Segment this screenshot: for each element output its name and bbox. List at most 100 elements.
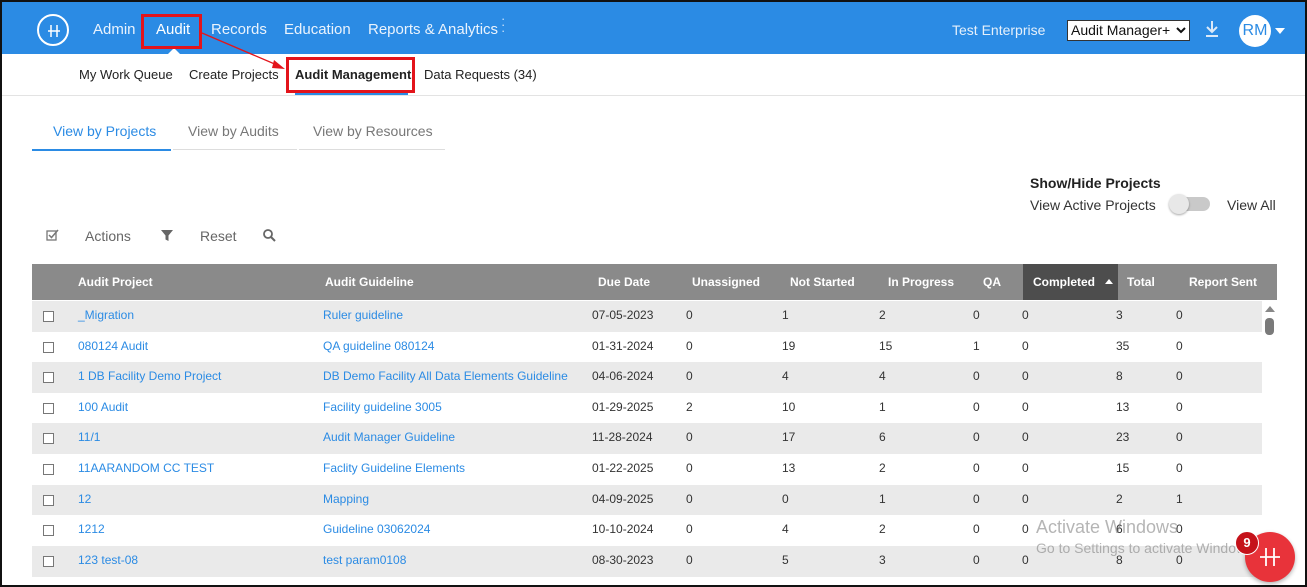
col-completed[interactable]: Completed [1033, 264, 1095, 300]
cell-due-date: 01-29-2025 [592, 399, 654, 414]
actions-button[interactable]: Actions [85, 228, 131, 244]
cell-report-sent: 0 [1176, 399, 1183, 414]
cell-audit-project[interactable]: _Migration [78, 301, 134, 332]
app-window: Admin Audit Records Education Reports & … [0, 0, 1307, 587]
scroll-up-icon[interactable] [1265, 306, 1275, 312]
col-audit-project[interactable]: Audit Project [78, 264, 153, 300]
tab-view-by-resources[interactable]: View by Resources [313, 123, 433, 139]
cell-unassigned: 0 [686, 430, 693, 445]
cell-audit-guideline[interactable]: Faclity Guideline Elements [323, 454, 465, 485]
filter-icon[interactable] [161, 230, 173, 242]
table-row[interactable]: _Migration Ruler guideline 07-05-2023 0 1 2 0 0… [32, 301, 1262, 332]
col-due-date[interactable]: Due Date [598, 264, 650, 300]
cell-unassigned: 2 [686, 399, 693, 414]
cell-unassigned: 0 [686, 552, 693, 567]
sort-ascending-icon[interactable] [1105, 279, 1113, 284]
annotation-arrow [201, 32, 285, 69]
cell-completed: 0 [1022, 552, 1029, 567]
table-row[interactable]: 11AARANDOM CC TEST Faclity Guideline Elem… [32, 454, 1262, 485]
cell-unassigned: 0 [686, 338, 693, 353]
cell-in-progress: 4 [879, 369, 886, 384]
col-report-sent[interactable]: Report Sent [1189, 264, 1257, 300]
cell-audit-guideline[interactable]: Ruler guideline [323, 301, 403, 332]
table-header: Audit Project Audit Guideline Due Date U… [32, 264, 1277, 300]
cell-not-started: 1 [782, 308, 789, 322]
search-icon[interactable] [263, 229, 276, 242]
cell-audit-project[interactable]: 123 test-08 [78, 546, 138, 577]
col-in-progress[interactable]: In Progress [888, 264, 954, 300]
cell-qa: 0 [973, 552, 980, 567]
cell-completed: 0 [1022, 308, 1029, 322]
col-audit-guideline[interactable]: Audit Guideline [325, 264, 414, 300]
row-checkbox[interactable] [43, 402, 54, 414]
cell-not-started: 5 [782, 552, 789, 567]
view-active-projects-label: View Active Projects [1030, 197, 1156, 213]
cell-in-progress: 6 [879, 430, 886, 445]
col-not-started[interactable]: Not Started [790, 264, 855, 300]
cell-audit-project[interactable]: 100 Audit [78, 393, 128, 424]
row-checkbox[interactable] [43, 372, 54, 384]
cell-audit-project[interactable]: 1 DB Facility Demo Project [78, 362, 221, 393]
cell-in-progress: 15 [879, 338, 893, 353]
cell-due-date: 07-05-2023 [592, 308, 654, 322]
cell-qa: 0 [973, 430, 980, 445]
cell-not-started: 17 [782, 430, 796, 445]
table-row[interactable]: 080124 Audit QA guideline 080124 01-31-202… [32, 331, 1262, 363]
row-checkbox[interactable] [43, 555, 54, 567]
cell-report-sent: 0 [1176, 369, 1183, 384]
cell-due-date: 10-10-2024 [592, 522, 654, 537]
cell-in-progress: 2 [879, 522, 886, 537]
cell-audit-project[interactable]: 1212 [78, 515, 105, 546]
checkbox-select-icon[interactable] [46, 229, 59, 241]
cell-audit-guideline[interactable]: DB Demo Facility All Data Elements Guide… [323, 362, 568, 393]
cell-qa: 1 [973, 338, 980, 353]
cell-not-started: 4 [782, 369, 789, 384]
toggle-knob [1169, 194, 1189, 214]
active-tab-underline [32, 149, 171, 151]
reset-button[interactable]: Reset [200, 228, 237, 244]
cell-completed: 0 [1022, 369, 1029, 384]
row-checkbox[interactable] [43, 341, 54, 353]
table-row[interactable]: 12 Mapping 04-09-2025 0 0 1 0 0 2 1 [32, 484, 1262, 516]
cell-unassigned: 0 [686, 308, 693, 322]
row-checkbox[interactable] [43, 311, 54, 322]
cell-total: 2 [1116, 491, 1123, 506]
row-checkbox[interactable] [43, 525, 54, 537]
tab-view-by-audits[interactable]: View by Audits [188, 123, 279, 139]
table-row[interactable]: 100 Audit Facility guideline 3005 01-29-20… [32, 392, 1262, 424]
projects-toggle[interactable] [1169, 194, 1210, 214]
cell-completed: 0 [1022, 461, 1029, 475]
cell-due-date: 01-22-2025 [592, 461, 654, 475]
row-checkbox[interactable] [43, 433, 54, 445]
cell-completed: 0 [1022, 522, 1029, 537]
col-total[interactable]: Total [1127, 264, 1155, 300]
cell-in-progress: 1 [879, 399, 886, 414]
row-checkbox[interactable] [43, 494, 54, 506]
scrollbar-thumb[interactable] [1265, 318, 1274, 335]
cell-audit-project[interactable]: 12 [78, 485, 91, 516]
cell-completed: 0 [1022, 430, 1029, 445]
cell-in-progress: 1 [879, 491, 886, 506]
cell-audit-project[interactable]: 11/1 [78, 423, 100, 454]
cell-qa: 0 [973, 308, 980, 322]
cell-audit-guideline[interactable]: Guideline 03062024 [323, 515, 430, 546]
tab-view-by-projects[interactable]: View by Projects [53, 123, 156, 139]
cell-audit-guideline[interactable]: Facility guideline 3005 [323, 393, 442, 424]
row-checkbox[interactable] [43, 464, 54, 475]
cell-audit-guideline[interactable]: Mapping [323, 485, 369, 516]
col-qa[interactable]: QA [983, 264, 1001, 300]
cell-not-started: 13 [782, 461, 796, 475]
cell-audit-guideline[interactable]: Audit Manager Guideline [323, 423, 455, 454]
cell-qa: 0 [973, 461, 980, 475]
cell-qa: 0 [973, 399, 980, 414]
cell-due-date: 08-30-2023 [592, 552, 654, 567]
cell-audit-guideline[interactable]: QA guideline 080124 [323, 332, 434, 363]
cell-audit-project[interactable]: 11AARANDOM CC TEST [78, 454, 214, 485]
table-row[interactable]: 11/1 Audit Manager Guideline 11-28-2024 0 17… [32, 423, 1262, 455]
col-unassigned[interactable]: Unassigned [692, 264, 760, 300]
table-row[interactable]: 1 DB Facility Demo Project DB Demo Facili… [32, 362, 1262, 394]
cell-due-date: 11-28-2024 [592, 430, 653, 445]
cell-audit-project[interactable]: 080124 Audit [78, 332, 148, 363]
cell-in-progress: 3 [879, 552, 886, 567]
cell-audit-guideline[interactable]: test param0108 [323, 546, 406, 577]
